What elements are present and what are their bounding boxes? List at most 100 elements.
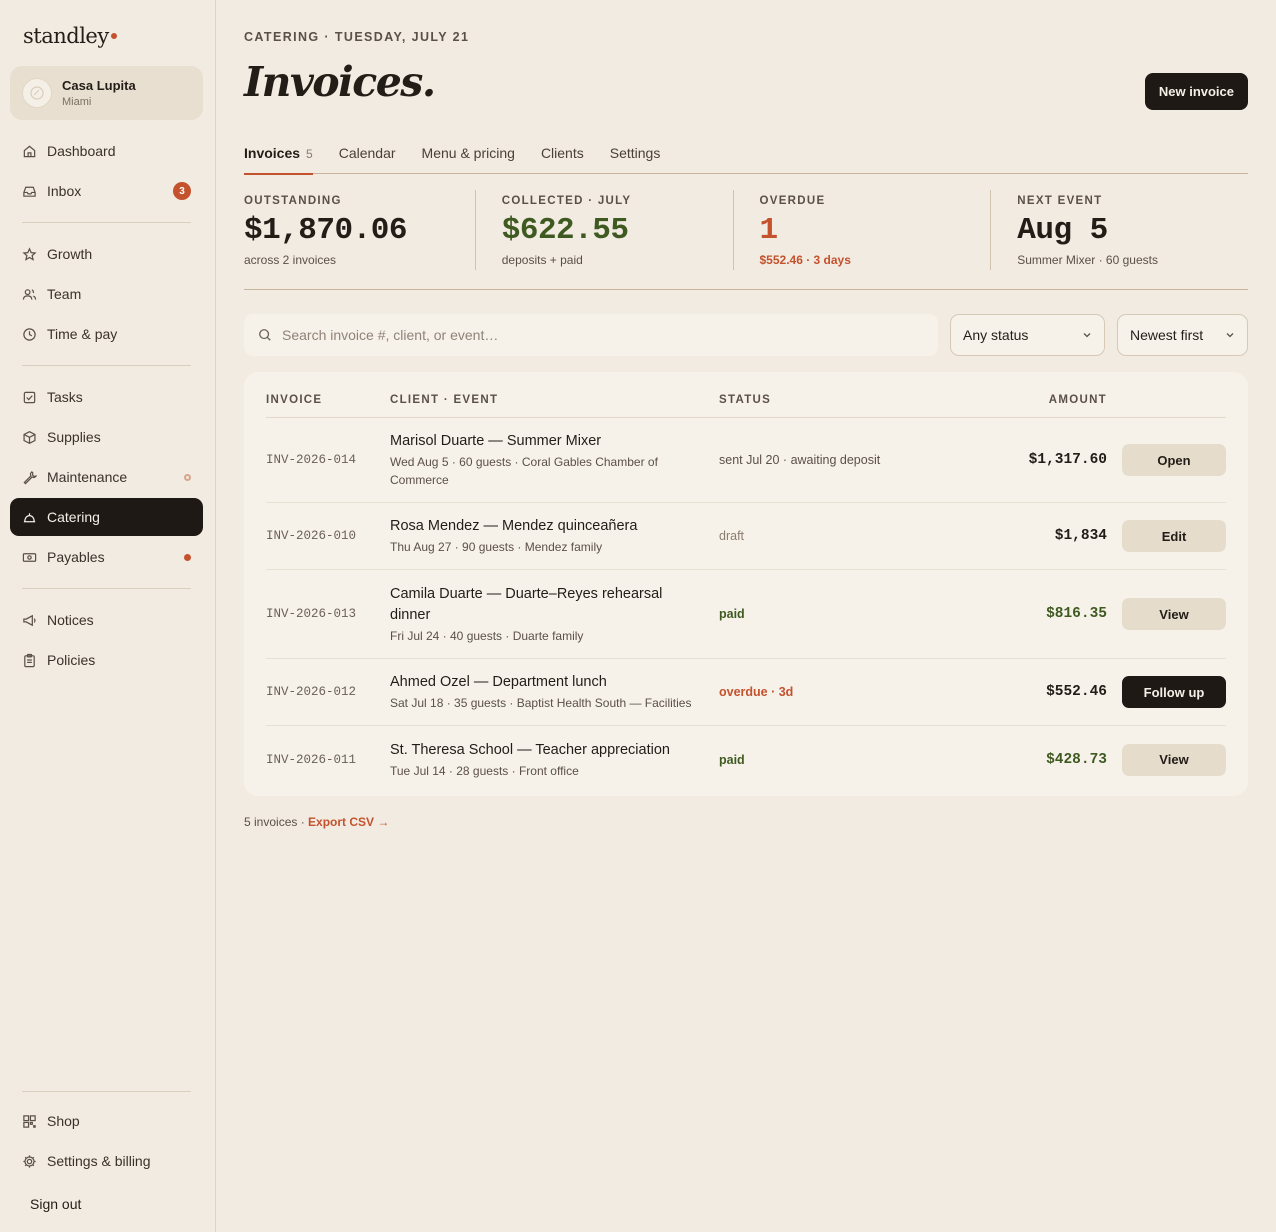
status-filter-value: Any status — [963, 327, 1029, 343]
table-row[interactable]: INV-2026-011 St. Theresa School — Teache… — [266, 726, 1226, 793]
search-box — [244, 314, 938, 356]
sidebar-item-team[interactable]: Team — [10, 275, 203, 313]
sidebar-item-settings-billing[interactable]: Settings & billing — [10, 1142, 203, 1180]
checkbox-icon — [22, 390, 37, 405]
edit-button[interactable]: Edit — [1122, 520, 1226, 552]
stat-value: Aug 5 — [1017, 213, 1108, 248]
sidebar-item-label: Settings & billing — [47, 1153, 151, 1169]
view-button[interactable]: View — [1122, 598, 1226, 630]
table-row[interactable]: INV-2026-012 Ahmed Ozel — Department lun… — [266, 659, 1226, 726]
status-text: paid — [719, 752, 745, 767]
sidebar-item-maintenance[interactable]: Maintenance — [10, 458, 203, 496]
org-logo-icon — [30, 86, 44, 100]
amount: $816.35 — [1046, 606, 1107, 622]
table-row[interactable]: INV-2026-014 Marisol Duarte — Summer Mix… — [266, 418, 1226, 503]
sidebar-item-label: Dashboard — [47, 143, 116, 159]
stat-value: $1,870.06 — [244, 213, 407, 248]
tab-clients[interactable]: Clients — [541, 140, 584, 174]
table-footer: 5 invoices · Export CSV → — [244, 815, 389, 829]
cloche-icon — [22, 510, 37, 525]
stat-sub: $552.46 · 3 days — [759, 253, 851, 267]
sidebar-item-time-pay[interactable]: Time & pay — [10, 315, 203, 353]
megaphone-icon — [22, 613, 37, 628]
column-header-status[interactable]: STATUS — [719, 394, 919, 406]
sidebar-item-supplies[interactable]: Supplies — [10, 418, 203, 456]
app: standley Casa Lupita Miami Dashboard Inb… — [0, 0, 1276, 1232]
sort-select[interactable]: Newest first — [1117, 314, 1248, 356]
sidebar-item-growth[interactable]: Growth — [10, 235, 203, 273]
stat-value: 1 — [759, 213, 779, 248]
nav-group-main: Dashboard Inbox 3 — [10, 132, 203, 212]
stat-next-event: NEXT EVENT Aug 5 Summer Mixer · 60 guest… — [990, 190, 1248, 270]
table-row[interactable]: INV-2026-013 Camila Duarte — Duarte–Reye… — [266, 570, 1226, 659]
sidebar-item-payables[interactable]: Payables — [10, 538, 203, 576]
wrench-icon — [22, 470, 37, 485]
sidebar-item-label: Payables — [47, 549, 105, 565]
column-header-client-event[interactable]: CLIENT · EVENT — [390, 394, 719, 406]
export-csv-link[interactable]: Export CSV → — [308, 815, 389, 829]
client-event-title: St. Theresa School — Teacher appreciatio… — [390, 741, 670, 758]
sidebar: standley Casa Lupita Miami Dashboard Inb… — [0, 0, 216, 1232]
new-invoice-button[interactable]: New invoice — [1144, 73, 1248, 110]
stat-value: $622.55 — [501, 213, 629, 248]
clipboard-icon — [22, 653, 37, 668]
search-icon — [259, 329, 271, 341]
sidebar-item-inbox[interactable]: Inbox 3 — [10, 172, 203, 210]
chevron-down-icon — [1083, 333, 1091, 338]
sidebar-item-label: Catering — [47, 509, 100, 525]
client-event-cell: Marisol Duarte — Summer Mixer Wed Aug 5 … — [390, 431, 719, 489]
search-input[interactable] — [282, 327, 882, 343]
org-switcher[interactable]: Casa Lupita Miami — [10, 66, 203, 120]
sidebar-item-notices[interactable]: Notices — [10, 601, 203, 639]
client-event-title: Camila Duarte — Duarte–Reyes rehearsal d… — [390, 585, 663, 623]
sidebar-item-shop[interactable]: Shop — [10, 1102, 203, 1140]
logo-text: standley — [23, 24, 109, 48]
tab-calendar[interactable]: Calendar — [339, 140, 396, 174]
sidebar-item-label: Tasks — [47, 389, 83, 405]
sort-value: Newest first — [1130, 327, 1204, 343]
sidebar-item-label: Growth — [47, 246, 93, 262]
table-row[interactable]: INV-2026-010 Rosa Mendez — Mendez quince… — [266, 503, 1226, 570]
grid-icon — [22, 1114, 37, 1129]
view-button[interactable]: View — [1122, 743, 1226, 776]
status-filter-select[interactable]: Any status — [950, 314, 1105, 356]
tab-settings[interactable]: Settings — [610, 140, 661, 174]
star-icon — [22, 246, 37, 262]
sidebar-item-policies[interactable]: Policies — [10, 641, 203, 679]
sidebar-divider — [22, 1091, 191, 1092]
sidebar-item-tasks[interactable]: Tasks — [10, 378, 203, 416]
stat-outstanding: OUTSTANDING $1,870.06 across 2 invoices — [244, 190, 475, 270]
status-text: draft — [719, 529, 745, 543]
logo[interactable]: standley — [23, 24, 117, 48]
nav-group-ops: Tasks Supplies Maintenance Catering Paya… — [10, 378, 203, 578]
tab-menu-pricing[interactable]: Menu & pricing — [422, 140, 515, 174]
column-header-invoice[interactable]: INVOICE — [266, 394, 390, 406]
invoice-number: INV-2026-010 — [266, 529, 357, 543]
page-eyebrow: CATERING · TUESDAY, JULY 21 — [244, 30, 470, 44]
banknote-icon — [22, 550, 37, 565]
status-text: paid — [719, 607, 745, 621]
client-event-details: Sat Jul 18 · 35 guests · Baptist Health … — [390, 696, 692, 710]
nav-group-bottom: Shop Settings & billing — [10, 1102, 203, 1182]
sign-out-link[interactable]: Sign out — [30, 1196, 81, 1212]
client-event-details: Tue Jul 14 · 28 guests · Front office — [390, 763, 579, 778]
follow-up-button[interactable]: Follow up — [1122, 676, 1226, 708]
maintenance-status-dot — [184, 473, 191, 481]
sidebar-item-dashboard[interactable]: Dashboard — [10, 132, 203, 170]
nav-group-info: Notices Policies — [10, 601, 203, 681]
column-header-amount[interactable]: AMOUNT — [919, 394, 1107, 406]
tab-bar: Invoices 5 Calendar Menu & pricing Client… — [244, 140, 1248, 175]
client-event-cell: Rosa Mendez — Mendez quinceañera Thu Aug… — [390, 516, 719, 556]
org-city: Miami — [62, 96, 92, 108]
box-icon — [22, 430, 37, 445]
payables-alert-dot — [184, 553, 191, 561]
main-content: CATERING · TUESDAY, JULY 21 Invoices. Ne… — [216, 0, 1276, 1232]
stat-sub: across 2 invoices — [244, 253, 337, 267]
invoice-number: INV-2026-012 — [266, 685, 357, 699]
open-button[interactable]: Open — [1122, 444, 1226, 476]
client-event-title: Ahmed Ozel — Department lunch — [390, 674, 607, 690]
tab-invoices[interactable]: Invoices 5 — [244, 140, 313, 175]
client-event-cell: Camila Duarte — Duarte–Reyes rehearsal d… — [390, 584, 719, 645]
page-title: Invoices. — [244, 58, 436, 106]
sidebar-item-catering[interactable]: Catering — [10, 498, 203, 536]
